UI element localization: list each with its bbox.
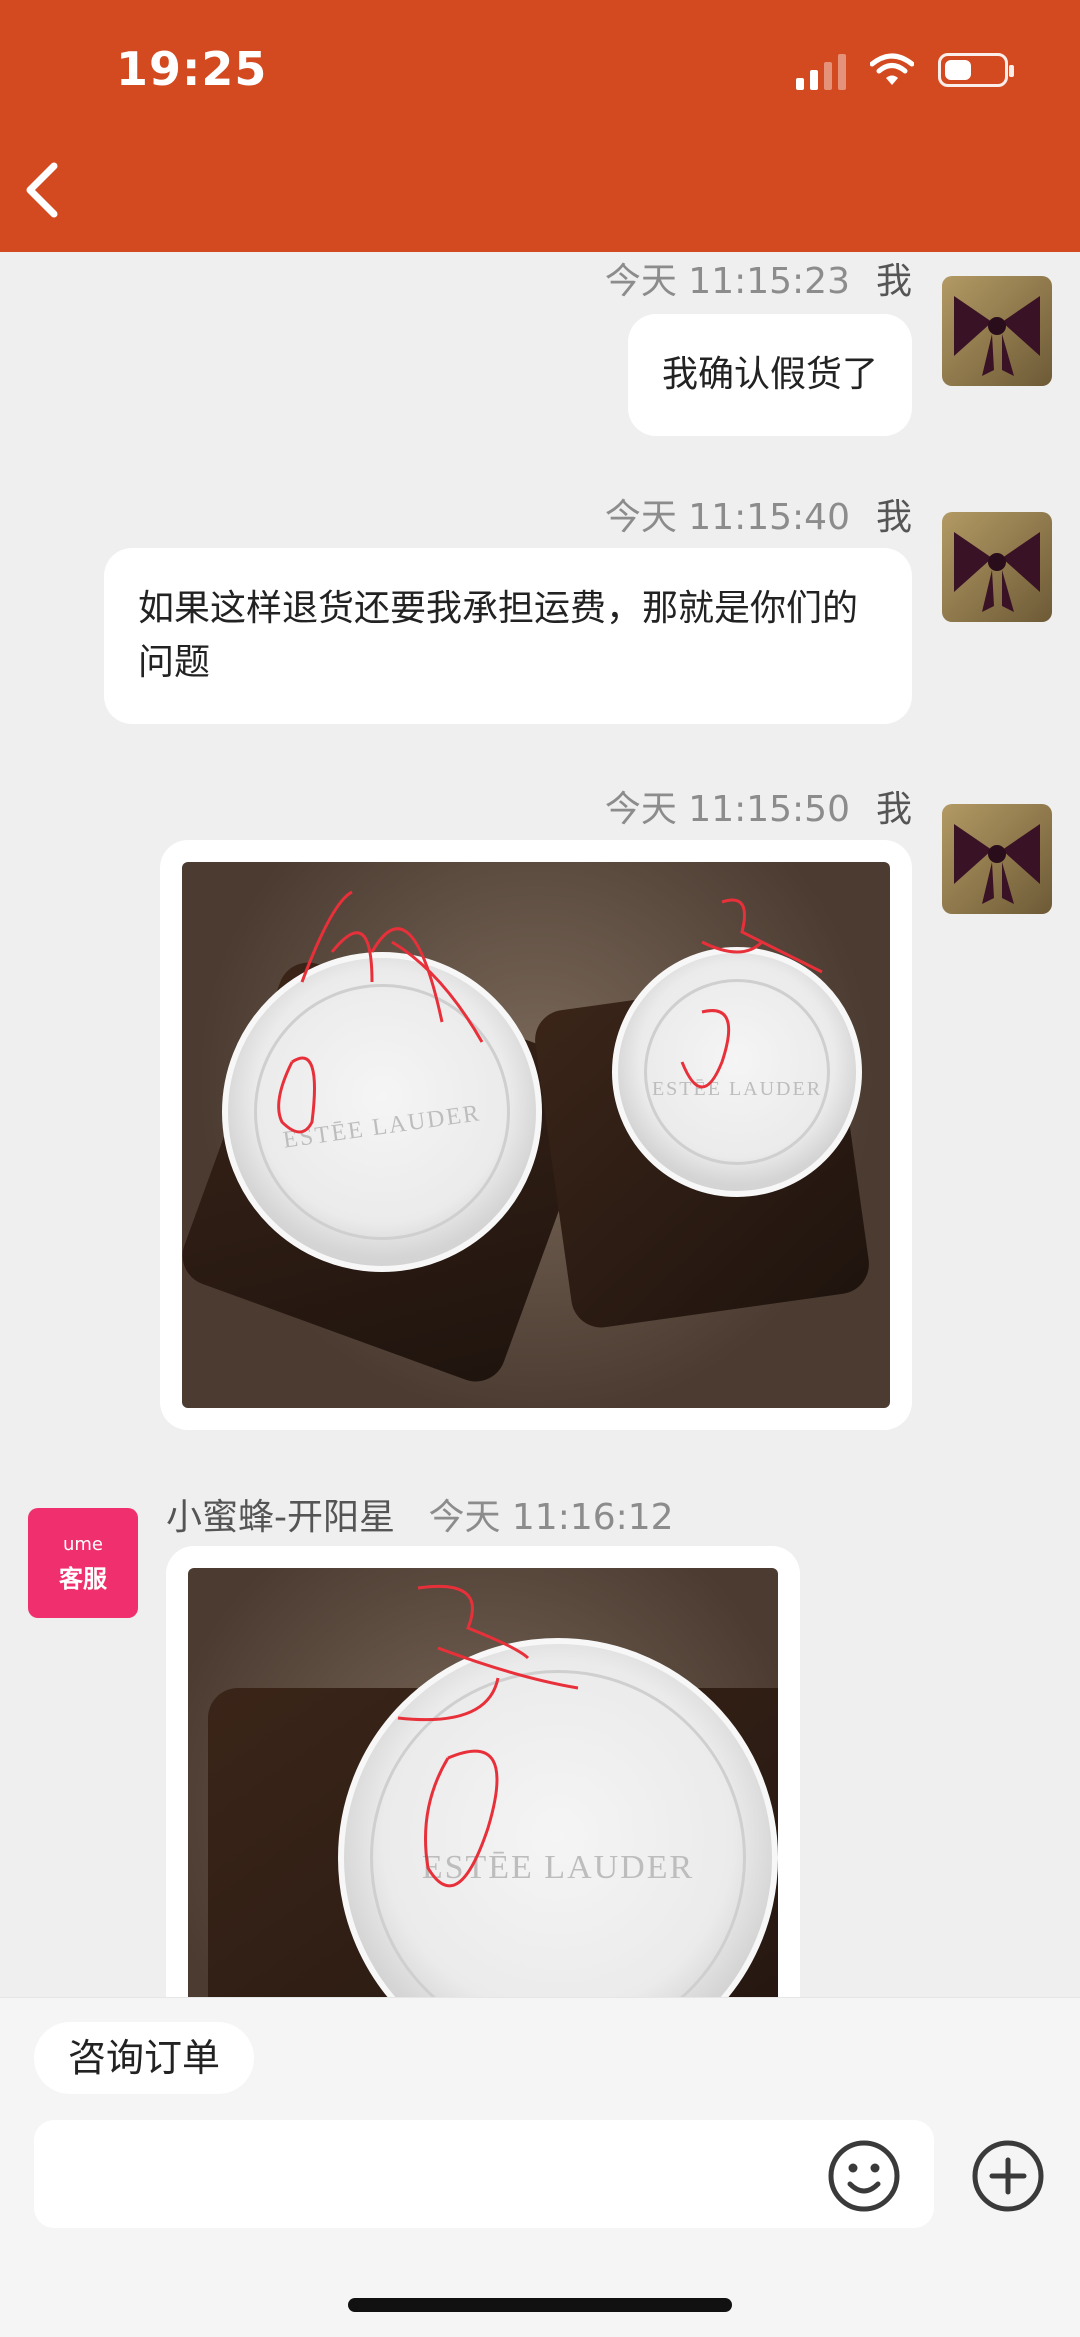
agent-avatar[interactable]: ume 客服 [28, 1508, 138, 1618]
handwriting-marks [397, 1584, 579, 1888]
image-message[interactable]: ESTĒE LAUDER ESTĒE LAUDER [160, 840, 912, 1430]
wifi-icon [870, 53, 914, 85]
chat-list[interactable]: 今天 11:15:23 我 我确认假货了 今天 11:15:40 我 如果这样退货还… [0, 252, 1080, 1997]
user-avatar[interactable] [942, 512, 1052, 622]
user-avatar[interactable] [942, 276, 1052, 386]
message-input[interactable] [34, 2120, 934, 2228]
emoji-icon[interactable] [826, 2138, 902, 2214]
quick-reply-chip[interactable]: 咨询订单 [34, 2022, 255, 2094]
plus-icon[interactable] [970, 2138, 1046, 2214]
battery-icon [938, 53, 1014, 87]
app-header: 19:25 [0, 0, 1080, 252]
signal-icon [796, 50, 846, 90]
message-meta: 小蜜蜂-开阳星 今天 11:16:12 [166, 1497, 674, 1538]
home-indicator[interactable] [348, 2298, 732, 2312]
input-area: 咨询订单 [0, 1997, 1080, 2337]
product-photo[interactable]: ESTĒE LAUDER [188, 1568, 778, 1997]
status-icons [796, 50, 1014, 90]
message-meta: 今天 11:15:40 我 [604, 497, 912, 538]
message-text: 如果这样退货还要我承担运费，那就是你们的问题 [138, 588, 859, 683]
message-bubble[interactable]: 我确认假货了 [627, 314, 912, 436]
user-avatar[interactable] [942, 804, 1052, 914]
handwriting-marks [277, 890, 823, 1134]
message-text: 我确认假货了 [661, 354, 878, 395]
product-photo[interactable]: ESTĒE LAUDER ESTĒE LAUDER [182, 862, 890, 1408]
back-arrow-icon[interactable] [22, 160, 62, 220]
message-meta: 今天 11:15:50 我 [604, 789, 912, 830]
message-meta: 今天 11:15:23 我 [604, 261, 912, 302]
message-bubble[interactable]: 如果这样退货还要我承担运费，那就是你们的问题 [104, 548, 912, 724]
status-time: 19:25 [116, 42, 268, 96]
image-message[interactable]: ESTĒE LAUDER [166, 1546, 800, 1997]
